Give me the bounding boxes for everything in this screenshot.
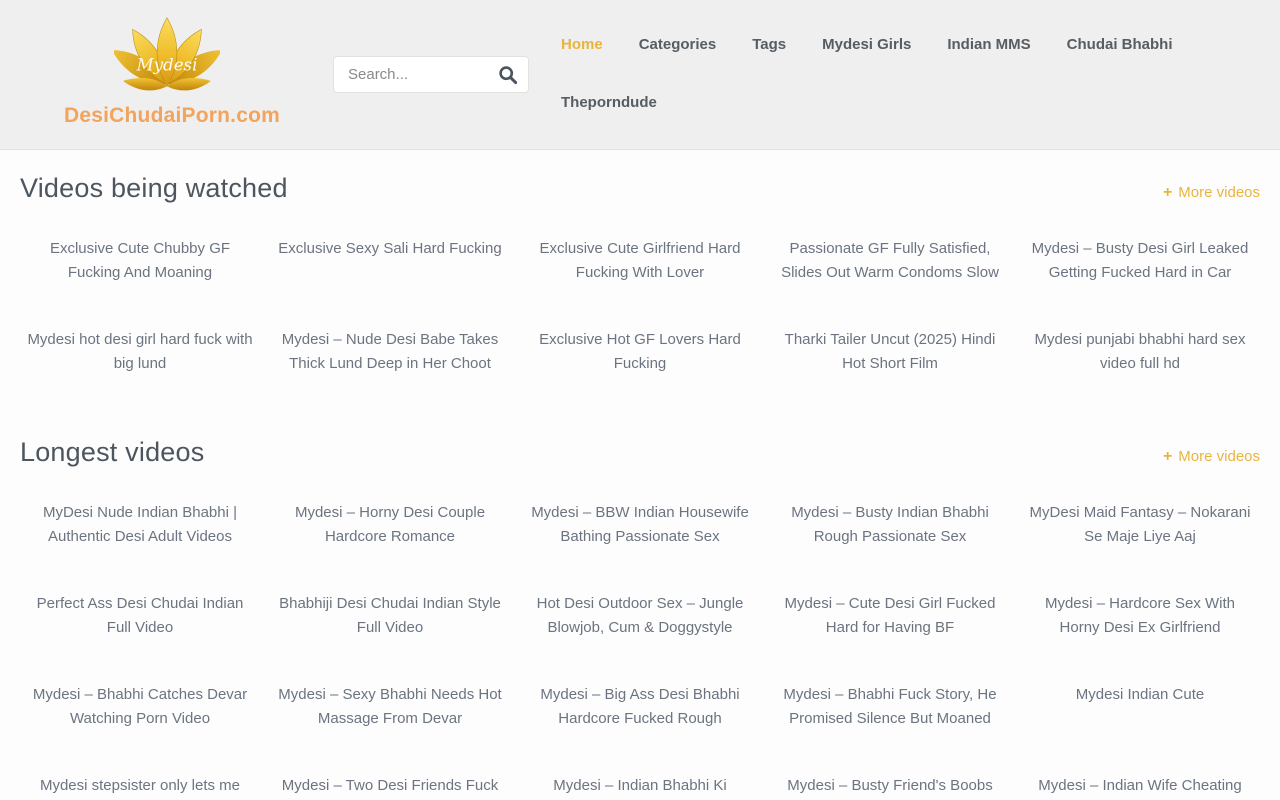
search-button[interactable]	[496, 63, 520, 87]
nav-item-categories[interactable]: Categories	[639, 36, 717, 54]
video-title-link[interactable]: Mydesi – Busty Friend's Boobs and Bra To…	[770, 774, 1010, 800]
video-title-link[interactable]: Tharki Tailer Uncut (2025) Hindi Hot Sho…	[770, 328, 1010, 376]
nav-item-home[interactable]: Home	[561, 36, 603, 54]
video-title-link[interactable]: Mydesi – BBW Indian Housewife Bathing Pa…	[520, 501, 760, 549]
video-title-link[interactable]: Hot Desi Outdoor Sex – Jungle Blowjob, C…	[520, 592, 760, 640]
more-videos-link[interactable]: + More videos	[1163, 184, 1260, 202]
plus-icon: +	[1163, 184, 1172, 202]
nav-item-chudai-bhabhi[interactable]: Chudai Bhabhi	[1067, 36, 1173, 54]
video-title-link[interactable]: Mydesi – Bhabhi Fuck Story, He Promised …	[770, 683, 1010, 731]
video-title-link[interactable]: Mydesi hot desi girl hard fuck with big …	[20, 328, 260, 376]
video-title-link[interactable]: MyDesi Nude Indian Bhabhi | Authentic De…	[20, 501, 260, 549]
video-title-link[interactable]: Mydesi – Busty Indian Bhabhi Rough Passi…	[770, 501, 1010, 549]
more-videos-link[interactable]: + More videos	[1163, 448, 1260, 466]
video-title-link[interactable]: Bhabhiji Desi Chudai Indian Style Full V…	[270, 592, 510, 640]
video-section-1: Longest videos + More videos MyDesi Nude In…	[20, 437, 1260, 800]
video-title-link[interactable]: Mydesi – Two Desi Friends Fuck Horny Mai…	[270, 774, 510, 800]
nav-item-mydesi-girls[interactable]: Mydesi Girls	[822, 36, 911, 54]
more-videos-label: More videos	[1178, 448, 1260, 465]
plus-icon: +	[1163, 448, 1172, 466]
video-title-link[interactable]: Exclusive Hot GF Lovers Hard Fucking	[520, 328, 760, 376]
video-title-link[interactable]: Mydesi – Indian Wife Cheating with Neigh…	[1020, 774, 1260, 800]
search-icon	[498, 65, 518, 85]
site-logo[interactable]: Mydesi DesiChudaiPorn.com	[64, 16, 270, 128]
video-title-link[interactable]: Exclusive Sexy Sali Hard Fucking	[270, 237, 510, 285]
logo-script-label: Mydesi	[136, 55, 198, 74]
nav-item-theporndude[interactable]: Theporndude	[561, 94, 657, 112]
section-title: Videos being watched	[20, 173, 288, 204]
video-title-link[interactable]: Mydesi – Nude Desi Babe Takes Thick Lund…	[270, 328, 510, 376]
search-input[interactable]	[346, 65, 496, 84]
video-grid: Exclusive Cute Chubby GF Fucking And Moa…	[20, 237, 1260, 376]
video-title-link[interactable]: Perfect Ass Desi Chudai Indian Full Vide…	[20, 592, 260, 640]
video-title-link[interactable]: Mydesi – Indian Bhabhi Ki Zabardast Chud…	[520, 774, 760, 800]
video-title-link[interactable]: Passionate GF Fully Satisfied, Slides Ou…	[770, 237, 1010, 285]
video-title-link[interactable]: Mydesi – Horny Desi Couple Hardcore Roma…	[270, 501, 510, 549]
nav-item-tags[interactable]: Tags	[752, 36, 786, 54]
main-nav: Home Categories Tags Mydesi Girls Indian MMS…	[561, 36, 1201, 112]
video-title-link[interactable]: Mydesi – Big Ass Desi Bhabhi Hardcore Fu…	[520, 683, 760, 731]
more-videos-label: More videos	[1178, 184, 1260, 201]
video-title-link[interactable]: Exclusive Cute Girlfriend Hard Fucking W…	[520, 237, 760, 285]
main-content: Videos being watched + More videos Exclusiv…	[0, 150, 1280, 800]
video-section-0: Videos being watched + More videos Exclusiv…	[20, 173, 1260, 376]
site-name: DesiChudaiPorn.com	[64, 104, 270, 128]
video-title-link[interactable]: Mydesi – Hardcore Sex With Horny Desi Ex…	[1020, 592, 1260, 640]
video-title-link[interactable]: Exclusive Cute Chubby GF Fucking And Moa…	[20, 237, 260, 285]
nav-item-indian-mms[interactable]: Indian MMS	[947, 36, 1030, 54]
video-title-link[interactable]: Mydesi – Busty Desi Girl Leaked Getting …	[1020, 237, 1260, 285]
search-box	[333, 56, 529, 93]
video-title-link[interactable]: MyDesi Maid Fantasy – Nokarani Se Maje L…	[1020, 501, 1260, 549]
site-header: Mydesi DesiChudaiPorn.com Home Categories…	[0, 0, 1280, 150]
video-title-link[interactable]: Mydesi Indian Cute	[1020, 683, 1260, 731]
video-title-link[interactable]: Mydesi – Cute Desi Girl Fucked Hard for …	[770, 592, 1010, 640]
video-title-link[interactable]: Mydesi – Sexy Bhabhi Needs Hot Massage F…	[270, 683, 510, 731]
video-title-link[interactable]: Mydesi – Bhabhi Catches Devar Watching P…	[20, 683, 260, 731]
video-grid: MyDesi Nude Indian Bhabhi | Authentic De…	[20, 501, 1260, 800]
section-title: Longest videos	[20, 437, 204, 468]
video-title-link[interactable]: Mydesi punjabi bhabhi hard sex video ful…	[1020, 328, 1260, 376]
video-title-link[interactable]: Mydesi stepsister only lets me touch her…	[20, 774, 260, 800]
lotus-logo-icon: Mydesi	[114, 16, 220, 102]
